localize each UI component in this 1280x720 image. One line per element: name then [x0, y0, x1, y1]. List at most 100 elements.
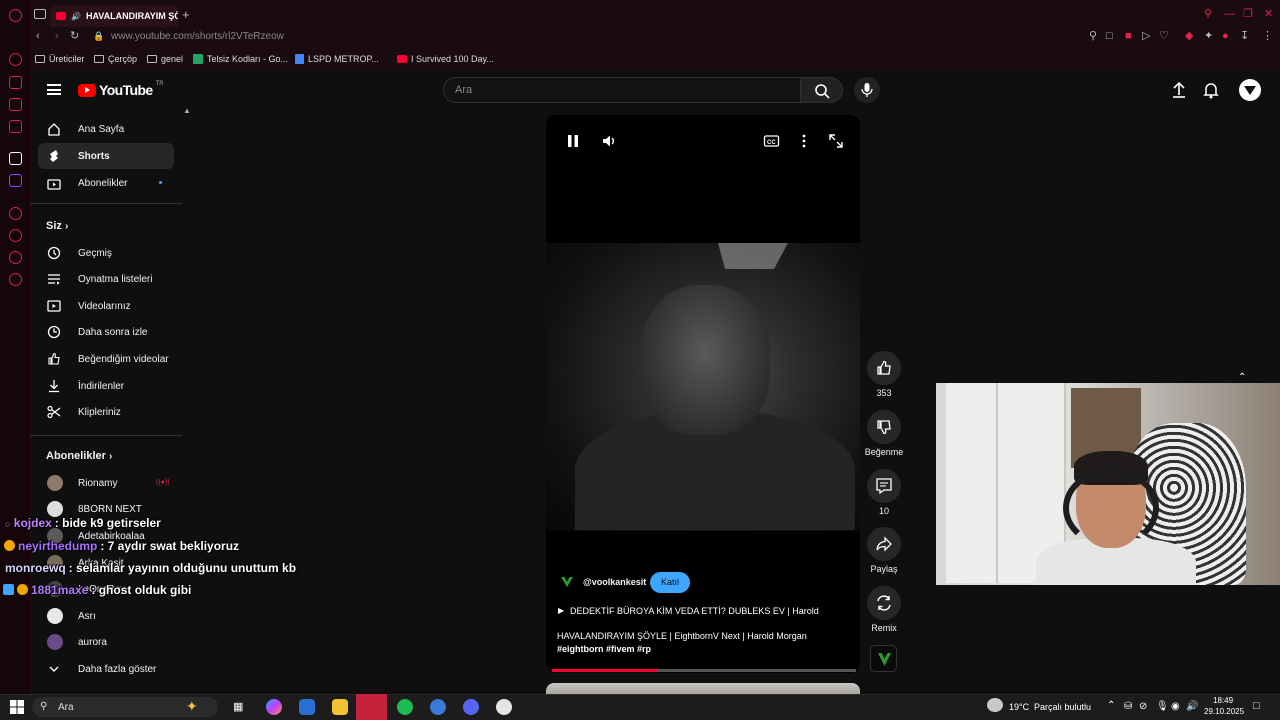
sidebar-item-watch-later[interactable]: Daha sonra izle [38, 319, 174, 345]
downloads-icon[interactable]: ↧ [1240, 31, 1249, 42]
bookmark-folder[interactable]: genel [147, 54, 183, 64]
taskbar-search-placeholder[interactable]: Ara [58, 702, 74, 713]
search-tabs-icon[interactable]: ⚲ [1204, 9, 1212, 20]
minimize-icon[interactable]: — [1224, 9, 1235, 20]
url-text[interactable]: www.youtube.com/shorts/rl2VTeRzeow [111, 31, 284, 42]
speaker-icon[interactable]: 🔊 [71, 12, 81, 21]
maximize-icon[interactable]: ❐ [1243, 9, 1253, 20]
back-icon[interactable]: ‹ [36, 31, 40, 42]
copilot-app-icon[interactable] [266, 699, 282, 715]
playlist-link[interactable]: DEDEKTİF BÜROYA KİM VEDA ETTİ? DUBLEKS E… [570, 606, 819, 616]
tray-wifi-icon[interactable]: ◉ [1171, 701, 1180, 712]
join-button[interactable]: Katıl [650, 572, 690, 593]
bookmark-link[interactable]: Telsiz Kodları - Go... [193, 54, 288, 64]
weather-description[interactable]: Parçalı bulutlu [1034, 702, 1091, 712]
clock-time[interactable]: 18:49 [1213, 696, 1233, 705]
sidebar-subscription-item[interactable]: Asrı [38, 603, 174, 629]
pinned-app-icon[interactable] [9, 152, 22, 165]
obs-icon[interactable] [496, 699, 512, 715]
sidebar-item-shorts[interactable]: Shorts [38, 143, 174, 169]
pin-icon[interactable]: ⚲ [1089, 31, 1097, 42]
store-app-icon[interactable] [299, 699, 315, 715]
search-input[interactable]: Ara [443, 77, 801, 103]
app-icon[interactable] [430, 699, 446, 715]
history-rail-icon[interactable] [9, 229, 22, 242]
channel-logo-icon[interactable] [559, 575, 575, 589]
bookmark-folder[interactable]: Çerçöp [94, 54, 137, 64]
copilot-sparkle-icon[interactable]: ✦ [186, 698, 198, 715]
notification-center-icon[interactable]: □ [1253, 700, 1260, 712]
extensions-rail-icon[interactable] [9, 251, 22, 264]
notifications-bell-icon[interactable] [1200, 79, 1222, 101]
tab-menu-icon[interactable] [34, 9, 46, 19]
sidebar-item-history[interactable]: Geçmiş [38, 240, 174, 266]
tray-network-off-icon[interactable]: ⊘ [1139, 701, 1147, 712]
new-tab-icon[interactable]: + [182, 8, 190, 21]
sidebar-subscription-item[interactable]: aurora [38, 629, 174, 655]
hashtags[interactable]: #eightborn #fivem #rp [557, 643, 847, 656]
browser-menu-icon[interactable]: ⋮ [1262, 31, 1273, 42]
sidebar-show-more[interactable]: Daha fazla göster [38, 656, 174, 682]
voice-search-button[interactable] [854, 77, 880, 103]
forward-icon[interactable]: › [55, 31, 59, 42]
bookmark-link[interactable]: LSPD METROP... [295, 54, 379, 64]
twitch-icon[interactable] [9, 174, 22, 187]
more-options-icon[interactable] [797, 133, 811, 149]
spotify-icon[interactable] [397, 699, 413, 715]
instagram-icon[interactable] [9, 120, 22, 133]
sound-thumbnail[interactable] [870, 645, 897, 672]
lock-icon[interactable]: 🔒 [93, 31, 104, 42]
workspace-icon[interactable] [9, 76, 22, 89]
remix-button[interactable] [867, 586, 901, 620]
channel-handle[interactable]: @voolkankesit [583, 577, 646, 587]
fullscreen-icon[interactable] [828, 133, 844, 149]
opera-logo-icon[interactable] [9, 9, 22, 22]
windows-start-icon[interactable] [10, 700, 24, 714]
snapshot-icon[interactable]: □ [1106, 31, 1113, 42]
pause-icon[interactable] [565, 133, 581, 149]
discord-icon[interactable] [463, 699, 479, 715]
sidebar-item-home[interactable]: Ana Sayfa [38, 116, 174, 142]
like-button[interactable] [867, 351, 901, 385]
bookmark-folder[interactable]: Üreticiler [35, 54, 85, 64]
dislike-button[interactable] [867, 410, 901, 444]
share-button[interactable] [867, 527, 901, 561]
profile-icon[interactable]: ● [1222, 31, 1229, 42]
youtube-logo[interactable]: YouTube TR [78, 81, 164, 98]
microphone-tray-icon[interactable]: 🎙 [1156, 701, 1169, 712]
hamburger-menu-icon[interactable] [47, 84, 61, 95]
scroll-up-icon[interactable]: ⌃ [1238, 372, 1246, 383]
task-view-icon[interactable]: ▦ [233, 700, 243, 713]
tray-chevron-up-icon[interactable]: ⌃ [1107, 700, 1115, 711]
volume-tray-icon[interactable]: 🔊 [1186, 701, 1198, 712]
sidebar-item-subscriptions[interactable]: Abonelikler [38, 170, 174, 196]
player-play-icon[interactable]: ▷ [1142, 31, 1150, 42]
sidebar-subscription-item[interactable]: Rionamy ((●)) [38, 470, 174, 496]
sidebar-item-liked-videos[interactable]: Beğendiğim videolar [38, 346, 174, 372]
reload-icon[interactable]: ↻ [70, 31, 79, 42]
comments-button[interactable] [867, 469, 901, 503]
sidebar-item-playlists[interactable]: Oynatma listeleri [38, 266, 174, 292]
sidebar-item-clips[interactable]: Klipleriniz [38, 399, 174, 425]
account-avatar[interactable] [1239, 79, 1261, 101]
weather-temp[interactable]: 19°C [1009, 702, 1029, 712]
captions-icon[interactable]: CC [763, 133, 781, 149]
weather-cloud-icon[interactable] [987, 698, 1003, 712]
volume-icon[interactable] [601, 133, 617, 149]
browser-tab[interactable]: 🔊 HAVALANDIRAYIM ŞÖ [50, 5, 178, 27]
bookmark-link[interactable]: I Survived 100 Day... [397, 54, 494, 64]
extension-icon[interactable]: ◆ [1185, 31, 1193, 42]
upload-icon[interactable] [1168, 79, 1190, 101]
sidebar-scroll-up-icon[interactable]: ▲ [183, 106, 191, 115]
favorite-icon[interactable]: ♡ [1159, 31, 1169, 42]
player-icon[interactable] [9, 207, 22, 220]
file-explorer-icon[interactable] [332, 699, 348, 715]
close-window-icon[interactable]: ✕ [1264, 9, 1273, 20]
opera-gx-taskbar-active[interactable] [356, 694, 387, 720]
settings-rail-icon[interactable] [9, 273, 22, 286]
messenger-icon[interactable] [9, 98, 22, 111]
clock-date[interactable]: 29.10.2025 [1204, 707, 1244, 716]
sidebar-item-your-videos[interactable]: Videolarınız [38, 293, 174, 319]
tray-app-icon[interactable]: ⛁ [1124, 701, 1132, 712]
extensions-icon[interactable]: ✦ [1204, 31, 1213, 42]
